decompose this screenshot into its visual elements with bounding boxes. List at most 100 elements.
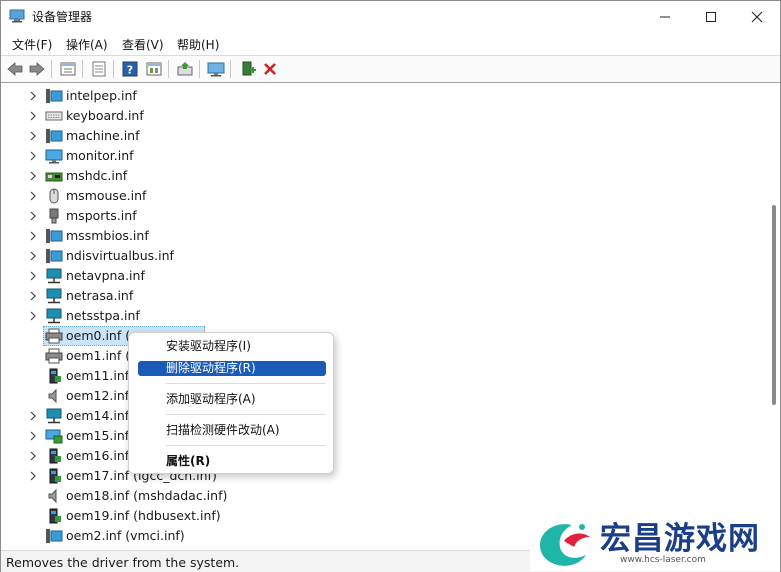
vertical-scrollbar[interactable] <box>769 83 780 549</box>
tree-row-label: keyboard.inf <box>66 108 144 123</box>
tree-row-selected[interactable]: oem0.inf (p <box>1 326 701 346</box>
chevron-right-icon[interactable] <box>28 231 38 241</box>
system-icon <box>46 229 63 243</box>
tree-row[interactable]: oem16.inf <box>1 446 701 466</box>
menu-action[interactable]: 操作(A) <box>66 36 108 53</box>
chevron-right-icon[interactable] <box>28 151 38 161</box>
menu-separator <box>166 414 326 415</box>
help-icon[interactable]: ? <box>120 59 140 79</box>
scrollbar-thumb[interactable] <box>772 205 776 405</box>
menu-view[interactable]: 查看(V) <box>122 36 164 53</box>
chevron-right-icon[interactable] <box>28 451 38 461</box>
tree-row[interactable]: intelpep.inf <box>1 86 701 106</box>
maximize-button[interactable] <box>688 1 734 32</box>
chevron-right-icon[interactable] <box>28 271 38 281</box>
add-driver-icon[interactable] <box>238 59 258 79</box>
tree-row-label: oem12.inf <box>66 388 130 403</box>
forward-icon[interactable] <box>27 59 47 79</box>
driver-package-icon <box>49 468 61 484</box>
menu-item-install-driver[interactable]: 安装驱动程序(I) <box>138 339 326 354</box>
tree-row[interactable]: machine.inf <box>1 126 701 146</box>
tree-row[interactable]: oem18.inf (mshdadac.inf) <box>1 486 701 506</box>
tree-row-label: ndisvirtualbus.inf <box>66 248 174 263</box>
tree-row-label: oem19.inf (hdbusext.inf) <box>66 508 221 523</box>
chevron-right-icon[interactable] <box>28 291 38 301</box>
properties-view-icon[interactable] <box>58 59 78 79</box>
chevron-right-icon[interactable] <box>28 91 38 101</box>
tree-row[interactable]: ndisvirtualbus.inf <box>1 246 701 266</box>
back-icon[interactable] <box>5 59 25 79</box>
chevron-right-icon[interactable] <box>28 171 38 181</box>
network-icon <box>46 288 62 304</box>
system-icon <box>46 529 63 543</box>
tree-row-label: netsstpa.inf <box>66 308 140 323</box>
tree-row[interactable]: oem17.inf (igcc_dch.inf) <box>1 466 701 486</box>
tree-row[interactable]: netsstpa.inf <box>1 306 701 326</box>
action-view-icon[interactable] <box>144 59 164 79</box>
system-icon <box>46 129 63 143</box>
minimize-button[interactable] <box>642 1 688 32</box>
system-icon <box>46 249 63 263</box>
driver-package-icon <box>49 368 61 384</box>
tree-row-label: oem11.inf <box>66 368 130 383</box>
watermark: 宏昌游戏网 www.hcs-laser.com <box>530 509 780 571</box>
chevron-right-icon[interactable] <box>28 251 38 261</box>
tree-row[interactable]: oem12.inf <box>1 386 701 406</box>
chevron-right-icon[interactable] <box>28 131 38 141</box>
watermark-url: www.hcs-laser.com <box>620 555 706 565</box>
chevron-right-icon[interactable] <box>28 431 38 441</box>
menu-separator <box>166 445 326 446</box>
tree-row[interactable]: mssmbios.inf <box>1 226 701 246</box>
menu-file[interactable]: 文件(F) <box>12 36 52 53</box>
tree-row[interactable]: msports.inf <box>1 206 701 226</box>
chevron-right-icon[interactable] <box>28 191 38 201</box>
tree-row[interactable]: keyboard.inf <box>1 106 701 126</box>
device-manager-app-icon <box>9 9 25 23</box>
menu-item-label: 安装驱动程序(I) <box>166 339 251 353</box>
close-button[interactable] <box>734 1 780 32</box>
chevron-right-icon[interactable] <box>28 411 38 421</box>
mouse-icon <box>49 188 59 204</box>
tree-row[interactable]: msmouse.inf <box>1 186 701 206</box>
system-icon <box>46 89 63 103</box>
network-icon <box>46 308 62 324</box>
tree-row-label: netrasa.inf <box>66 288 134 303</box>
tree-row[interactable]: oem14.inf <box>1 406 701 426</box>
tree-row-label: oem15.inf <box>66 428 130 443</box>
tree-row[interactable]: oem15.inf <box>1 426 701 446</box>
update-driver-icon[interactable] <box>175 59 195 79</box>
menu-item-delete-driver[interactable]: 删除驱动程序(R) <box>138 361 326 376</box>
tree-row[interactable]: oem1.inf (p <box>1 346 701 366</box>
tree-row[interactable]: mshdc.inf <box>1 166 701 186</box>
device-manager-window: 设备管理器 文件(F) 操作(A) 查看(V) 帮助(H) ? intelpep… <box>0 0 781 572</box>
driver-package-icon <box>49 448 61 464</box>
chevron-right-icon[interactable] <box>28 311 38 321</box>
driver-tree-view[interactable]: intelpep.inf keyboard.inf machine.inf mo… <box>1 83 769 549</box>
speaker-icon <box>48 488 57 504</box>
tree-row-label: oem16.inf <box>66 448 130 463</box>
delete-icon[interactable] <box>260 59 280 79</box>
network-icon <box>46 268 62 284</box>
menu-help[interactable]: 帮助(H) <box>177 36 219 53</box>
disk-controller-icon <box>45 172 63 182</box>
context-menu: 安装驱动程序(I) 删除驱动程序(R) 添加驱动程序(A) 扫描检测硬件改动(A… <box>128 332 334 474</box>
tree-row[interactable]: netavpna.inf <box>1 266 701 286</box>
printer-icon <box>45 328 63 344</box>
menu-item-add-driver[interactable]: 添加驱动程序(A) <box>138 392 326 407</box>
toolbar: ? <box>1 55 780 83</box>
chevron-right-icon[interactable] <box>28 111 38 121</box>
chevron-right-icon[interactable] <box>28 211 38 221</box>
tree-row[interactable]: monitor.inf <box>1 146 701 166</box>
menu-item-properties[interactable]: 属性(R) <box>138 454 326 469</box>
tree-row-label: machine.inf <box>66 128 140 143</box>
tree-row[interactable]: oem11.inf <box>1 366 701 386</box>
monitor-scan-icon[interactable] <box>206 59 226 79</box>
port-icon <box>49 208 59 224</box>
chevron-right-icon[interactable] <box>28 471 38 481</box>
tree-row[interactable]: netrasa.inf <box>1 286 701 306</box>
tree-row-label: netavpna.inf <box>66 268 145 283</box>
menu-item-scan-hardware[interactable]: 扫描检测硬件改动(A) <box>138 423 326 438</box>
list-icon[interactable] <box>89 59 109 79</box>
tree-row-label: mshdc.inf <box>66 168 128 183</box>
tree-row-label: oem18.inf (mshdadac.inf) <box>66 488 228 503</box>
